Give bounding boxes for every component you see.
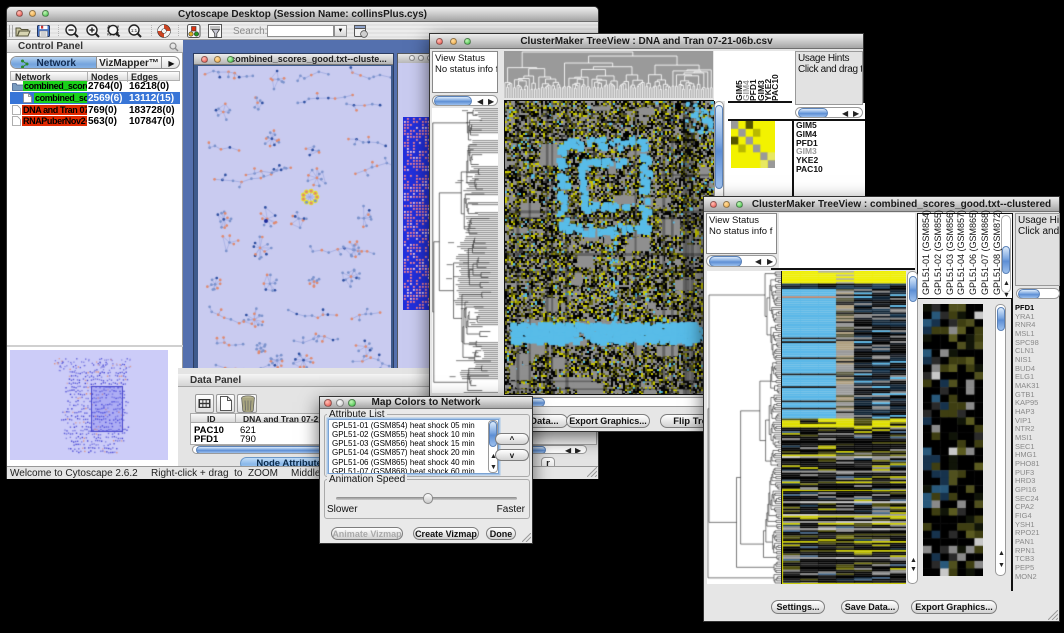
svg-text:1:1: 1:1 bbox=[131, 28, 138, 33]
